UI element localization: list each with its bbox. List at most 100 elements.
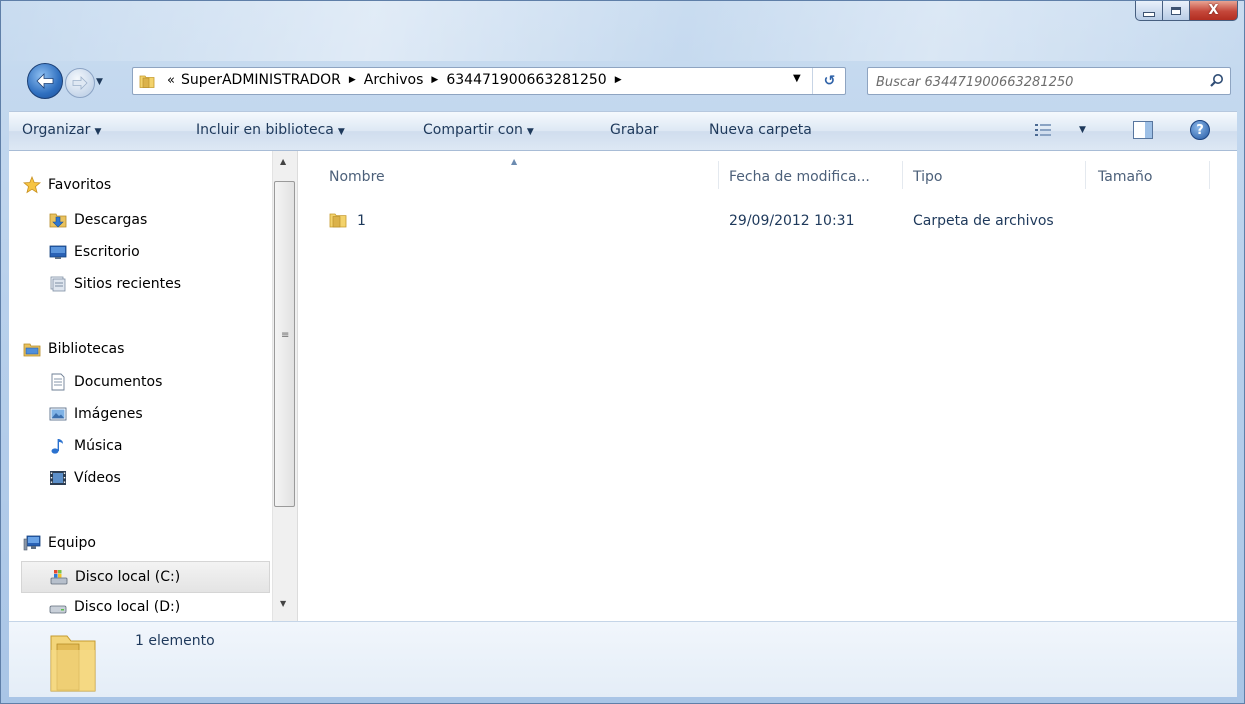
breadcrumb-separator-icon[interactable]: ▶	[349, 75, 356, 85]
breadcrumb-item[interactable]: 634471900663281250	[446, 72, 606, 88]
file-name: 1	[357, 213, 366, 229]
organize-menu[interactable]: Organizar ▼	[22, 122, 101, 138]
refresh-icon: ↺	[823, 73, 836, 89]
chevron-down-icon: ▼	[526, 127, 534, 137]
chevron-down-icon: ▼	[94, 127, 102, 137]
libraries-icon	[23, 340, 41, 358]
share-with-menu[interactable]: Compartir con ▼	[423, 122, 534, 138]
folder-large-icon	[49, 632, 97, 698]
address-bar[interactable]: « SuperADMINISTRADOR ▶ Archivos ▶ 634471…	[132, 67, 846, 95]
breadcrumb: « SuperADMINISTRADOR ▶ Archivos ▶ 634471…	[167, 72, 630, 88]
views-dropdown-icon[interactable]: ▼	[1079, 125, 1086, 135]
sidebar-item-computer[interactable]: Equipo	[23, 534, 96, 552]
search-box[interactable]	[867, 67, 1231, 95]
sidebar-item-label: Documentos	[74, 374, 163, 390]
back-button[interactable]	[27, 63, 63, 99]
scrollbar-thumb[interactable]: ≡	[274, 181, 295, 507]
navigation-pane: Favoritos Descargas Escritorio Sitios re…	[9, 151, 272, 621]
minimize-button[interactable]	[1135, 1, 1163, 21]
sidebar-item-music[interactable]: Música	[49, 437, 122, 455]
item-count: 1 elemento	[135, 633, 215, 649]
back-arrow-icon	[36, 73, 54, 89]
new-folder-button[interactable]: Nueva carpeta	[709, 122, 812, 138]
column-header-modified[interactable]: Fecha de modifica...	[729, 169, 870, 185]
folder-icon	[329, 211, 347, 233]
sidebar-item-downloads[interactable]: Descargas	[49, 211, 147, 229]
sidebar-item-label: Descargas	[74, 212, 148, 228]
downloads-icon	[49, 211, 67, 229]
preview-pane-icon[interactable]	[1133, 121, 1153, 139]
share-with-label: Compartir con	[423, 122, 523, 138]
maximize-icon	[1171, 6, 1181, 15]
column-divider[interactable]	[1209, 161, 1210, 189]
sidebar-item-label: Sitios recientes	[74, 276, 181, 292]
sidebar-item-libraries[interactable]: Bibliotecas	[23, 340, 124, 358]
sidebar-item-drive-d[interactable]: Disco local (D:)	[49, 598, 180, 616]
forward-arrow-icon	[72, 76, 88, 90]
sidebar-item-label: Equipo	[48, 535, 96, 551]
command-bar: Organizar ▼ Incluir en biblioteca ▼ Compar…	[9, 111, 1237, 151]
sidebar-item-label: Bibliotecas	[48, 341, 125, 357]
navigation-scrollbar[interactable]: ▲ ≡ ▼	[272, 151, 297, 621]
sidebar-item-favorites[interactable]: Favoritos	[23, 176, 111, 194]
sidebar-item-pictures[interactable]: Imágenes	[49, 405, 143, 423]
sidebar-item-recent-places[interactable]: Sitios recientes	[49, 275, 181, 293]
details-pane: 1 elemento	[9, 621, 1237, 697]
recent-pages-dropdown[interactable]: ▼	[96, 77, 103, 87]
search-input[interactable]	[874, 71, 1198, 93]
column-divider[interactable]	[902, 161, 903, 189]
window-controls: X	[1135, 1, 1238, 21]
system-drive-icon	[50, 568, 68, 586]
folder-icon	[139, 73, 155, 93]
sort-ascending-icon: ▲	[511, 157, 518, 166]
burn-button[interactable]: Grabar	[610, 122, 658, 138]
sidebar-item-label: Imágenes	[74, 406, 143, 422]
desktop-icon	[49, 243, 67, 261]
scroll-down-icon[interactable]: ▼	[280, 599, 286, 608]
include-library-menu[interactable]: Incluir en biblioteca ▼	[196, 122, 345, 138]
refresh-button[interactable]: ↺	[812, 68, 846, 94]
computer-icon	[23, 534, 41, 552]
sidebar-item-label: Música	[74, 438, 123, 454]
scrollbar-grip-icon: ≡	[281, 330, 290, 341]
sidebar-item-drive-c[interactable]: Disco local (C:)	[21, 561, 270, 593]
scroll-up-icon[interactable]: ▲	[280, 157, 286, 166]
file-type: Carpeta de archivos	[913, 213, 1054, 229]
close-icon: X	[1208, 3, 1219, 18]
view-list-icon[interactable]	[1034, 121, 1052, 143]
forward-button[interactable]	[65, 68, 95, 98]
explorer-window: X ▼ « SuperADMINISTRADOR ▶ Archivos ▶ 63…	[0, 0, 1245, 704]
column-divider[interactable]	[1085, 161, 1086, 189]
drive-icon	[49, 598, 67, 616]
search-icon[interactable]	[1209, 73, 1224, 92]
file-list: ▲ Nombre Fecha de modifica... Tipo Tamañ…	[301, 151, 1237, 621]
breadcrumb-item[interactable]: SuperADMINISTRADOR	[181, 72, 341, 88]
column-header-type[interactable]: Tipo	[913, 169, 942, 185]
minimize-icon	[1143, 11, 1155, 17]
documents-icon	[49, 373, 67, 391]
breadcrumb-separator-icon[interactable]: ▶	[431, 75, 438, 85]
videos-icon	[49, 469, 67, 487]
address-dropdown-icon[interactable]: ▼	[793, 73, 801, 84]
help-icon[interactable]: ?	[1190, 120, 1210, 140]
sidebar-item-label: Favoritos	[48, 177, 112, 193]
overflow-chevron[interactable]: «	[167, 73, 175, 88]
sidebar-item-desktop[interactable]: Escritorio	[49, 243, 140, 261]
file-modified: 29/09/2012 10:31	[729, 213, 855, 229]
close-button[interactable]: X	[1190, 1, 1238, 21]
table-row[interactable]: 1 29/09/2012 10:31 Carpeta de archivos	[325, 211, 1205, 235]
chevron-down-icon: ▼	[337, 127, 345, 137]
sidebar-item-label: Vídeos	[74, 470, 121, 486]
breadcrumb-item[interactable]: Archivos	[364, 72, 424, 88]
sidebar-item-label: Disco local (C:)	[75, 569, 181, 585]
sidebar-item-videos[interactable]: Vídeos	[49, 469, 121, 487]
organize-label: Organizar	[22, 122, 91, 138]
column-header-size[interactable]: Tamaño	[1098, 169, 1152, 185]
star-icon	[23, 176, 41, 194]
sidebar-item-documents[interactable]: Documentos	[49, 373, 162, 391]
maximize-button[interactable]	[1163, 1, 1190, 21]
breadcrumb-separator-icon[interactable]: ▶	[615, 75, 622, 85]
column-divider[interactable]	[718, 161, 719, 189]
music-icon	[49, 437, 67, 455]
column-header-name[interactable]: Nombre	[329, 169, 385, 185]
